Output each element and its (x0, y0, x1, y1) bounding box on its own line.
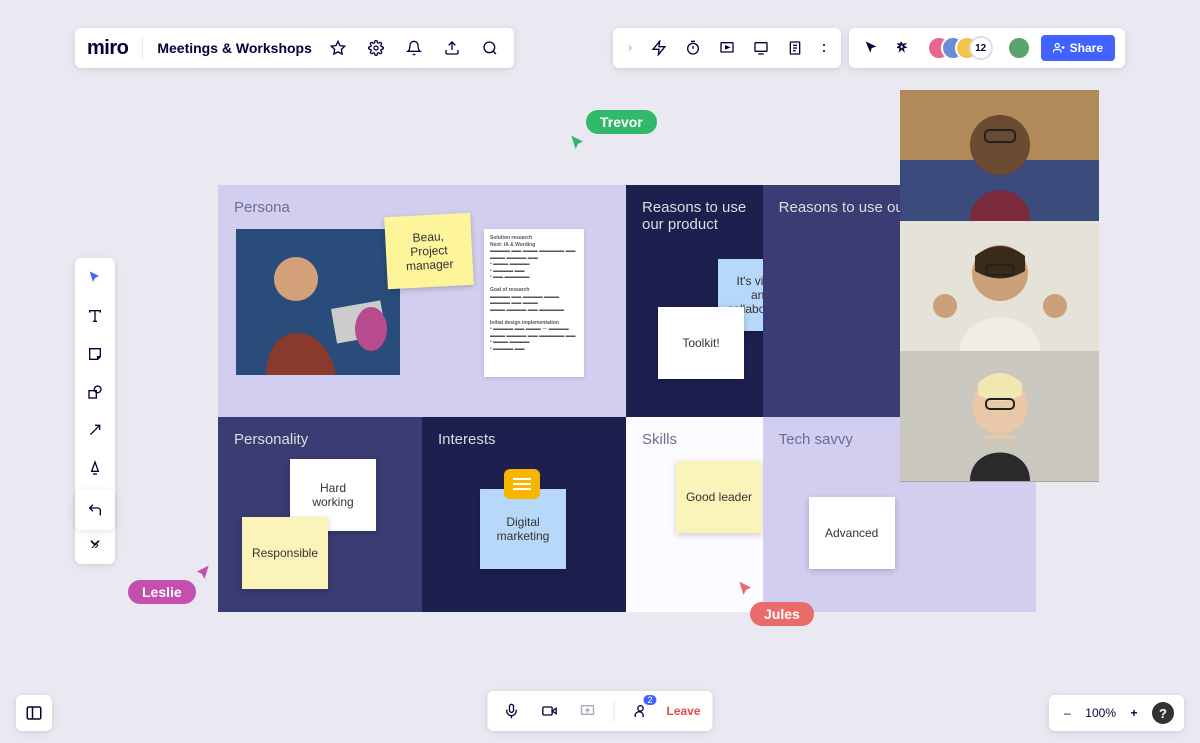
cell-title: Reasons to use our product (642, 199, 747, 233)
board-title[interactable]: Meetings & Workshops (157, 40, 312, 56)
text-tool[interactable] (83, 304, 107, 328)
zoom-in-button[interactable]: + (1126, 701, 1142, 725)
video-tile-2[interactable] (900, 221, 1099, 352)
bolt-icon[interactable] (647, 36, 671, 60)
cursor-leslie (192, 564, 212, 584)
cursor-icon[interactable] (859, 36, 883, 60)
sticky-good-leader[interactable]: Good leader (676, 461, 762, 533)
reactions-icon[interactable] (893, 36, 917, 60)
cell-title: Skills (642, 431, 747, 448)
miro-logo: miro (87, 37, 128, 60)
video-panel[interactable] (900, 90, 1099, 482)
cursor-label-jules: Jules (750, 602, 814, 626)
participant-count: 12 (969, 36, 993, 60)
sticky-tool[interactable] (83, 342, 107, 366)
pen-tool[interactable] (83, 456, 107, 480)
share-label: Share (1070, 41, 1103, 55)
sticky-beau[interactable]: Beau, Project manager (384, 213, 474, 289)
bell-icon[interactable] (402, 36, 426, 60)
cell-reasons-1[interactable]: Reasons to use our product It's visual a… (626, 185, 763, 417)
persona-photo[interactable] (236, 229, 400, 375)
video-tile-3[interactable] (900, 351, 1099, 482)
star-icon[interactable] (326, 36, 350, 60)
cursor-jules (736, 580, 756, 600)
cell-title: Persona (234, 199, 610, 216)
camera-icon[interactable] (537, 699, 561, 723)
cursor-label-trevor: Trevor (586, 110, 657, 134)
sticky-advanced[interactable]: Advanced (809, 497, 895, 569)
participants-icon[interactable]: 2 (628, 699, 652, 723)
cell-persona[interactable]: Persona Beau, Project manager Solution r… (218, 185, 626, 417)
cell-title: Personality (234, 431, 406, 448)
avatar-self[interactable] (1007, 36, 1031, 60)
sticky-responsible[interactable]: Responsible (242, 517, 328, 589)
top-right-controls: 12 Share (613, 28, 1125, 68)
panel-toggle[interactable] (16, 695, 52, 731)
divider (613, 700, 614, 722)
participant-avatars[interactable]: 12 (927, 36, 993, 60)
divider (142, 37, 143, 59)
cell-interests[interactable]: Interests Digital marketing (422, 417, 626, 612)
zoom-out-button[interactable]: – (1059, 701, 1075, 725)
row2-left: Personality Hard working Responsible Int… (218, 417, 626, 612)
share-button[interactable]: Share (1041, 35, 1115, 61)
meeting-bar: 2 Leave (487, 691, 712, 731)
select-tool[interactable] (83, 266, 107, 290)
cursor-trevor (568, 134, 588, 154)
present-icon[interactable] (715, 36, 739, 60)
video-tile-1[interactable] (900, 90, 1099, 221)
undo-icon[interactable] (83, 498, 107, 522)
collaboration-group: 12 Share (849, 28, 1125, 68)
mic-icon[interactable] (499, 699, 523, 723)
more-icon[interactable] (817, 36, 831, 60)
notes-icon[interactable] (783, 36, 807, 60)
doc-heading: Goal of research (490, 287, 529, 293)
leave-button[interactable]: Leave (666, 704, 700, 718)
chevron-right-icon[interactable] (623, 36, 637, 60)
upload-icon[interactable] (440, 36, 464, 60)
shape-tool[interactable] (83, 380, 107, 404)
undo-toolbar (75, 490, 115, 530)
help-button[interactable]: ? (1152, 702, 1174, 724)
top-toolbar: miro Meetings & Workshops (75, 28, 514, 68)
cursor-label-leslie: Leslie (128, 580, 196, 604)
zoom-level[interactable]: 100% (1085, 706, 1116, 720)
cell-personality[interactable]: Personality Hard working Responsible (218, 417, 422, 612)
participant-count-badge: 2 (643, 695, 656, 705)
zoom-bar: – 100% + ? (1049, 695, 1184, 731)
doc-heading: Next: IA & Wording (490, 242, 535, 248)
arrow-tool[interactable] (83, 418, 107, 442)
sticky-toolkit[interactable]: Toolkit! (658, 307, 744, 379)
timer-icon[interactable] (681, 36, 705, 60)
cell-title: Interests (438, 431, 610, 448)
more-tools-icon[interactable]: » (83, 532, 107, 556)
doc-heading: Solution research (490, 235, 532, 241)
screenshare-icon[interactable] (575, 699, 599, 723)
screen-icon[interactable] (749, 36, 773, 60)
search-icon[interactable] (478, 36, 502, 60)
research-doc[interactable]: Solution research Next: IA & Wording ▬▬▬… (484, 229, 584, 377)
settings-icon[interactable] (364, 36, 388, 60)
doc-heading: Initial design implementation (490, 320, 559, 326)
facilitation-tools (613, 28, 841, 68)
chat-icon[interactable] (504, 469, 540, 499)
